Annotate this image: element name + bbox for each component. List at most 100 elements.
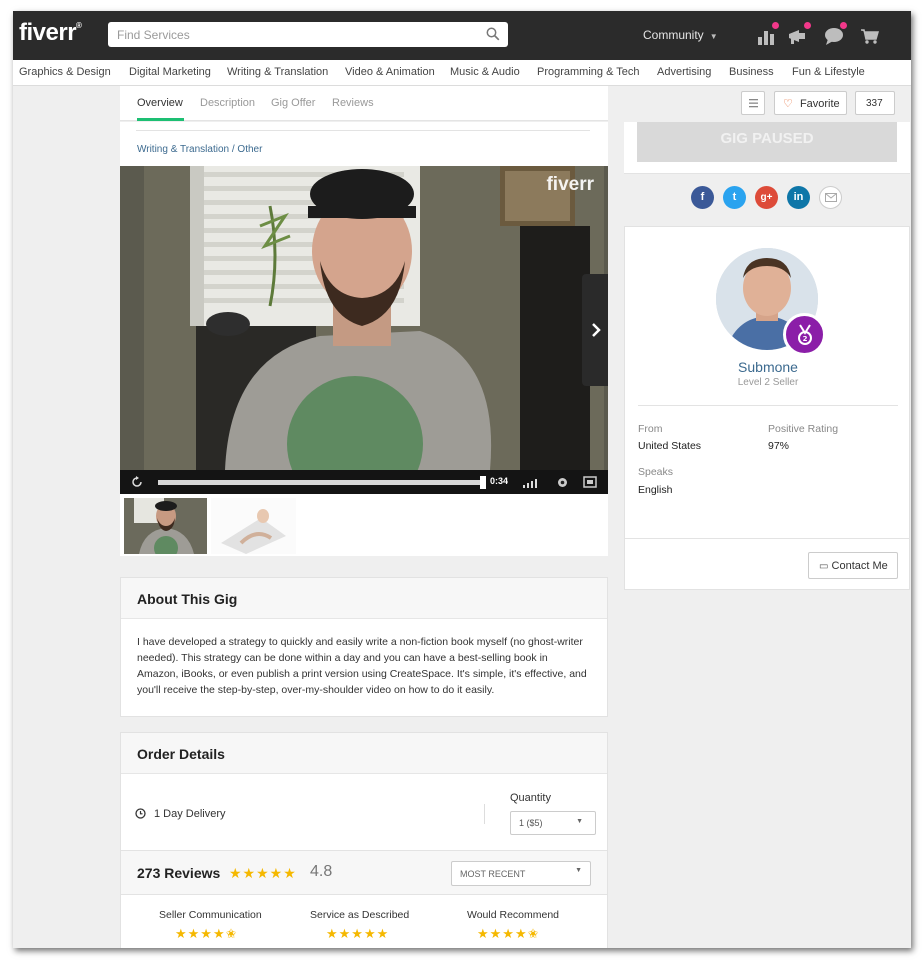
sort-select[interactable]: MOST RECENT ▼	[451, 861, 591, 886]
favorite-button[interactable]: ♡ Favorite	[774, 91, 847, 115]
chevron-down-icon: ▼	[576, 818, 583, 825]
chevron-down-icon: ▼	[575, 867, 582, 874]
divider	[484, 804, 485, 824]
social-share: f t g+ in	[624, 186, 910, 216]
divider	[625, 538, 909, 539]
contact-label: Contact Me	[831, 560, 888, 572]
quantity-value: 1 ($5)	[519, 818, 543, 828]
thumbnail-video[interactable]	[124, 498, 207, 554]
favorite-label: Favorite	[799, 98, 840, 110]
media-thumbnails	[120, 494, 608, 556]
category-business[interactable]: Business	[729, 66, 774, 78]
list-menu-button[interactable]	[741, 91, 765, 115]
review-category-label: Service as Described	[310, 909, 410, 921]
review-category-stars: ★★★★★	[326, 926, 390, 941]
facebook-icon[interactable]: f	[691, 186, 714, 209]
seller-name[interactable]: Submone	[625, 359, 911, 375]
search-box	[108, 22, 508, 47]
rating-stars: ★★★★★	[229, 865, 297, 881]
top-header: fiverr® Community▼	[13, 11, 911, 60]
about-gig-card: About This Gig I have developed a strate…	[120, 577, 608, 717]
category-video-animation[interactable]: Video & Animation	[345, 66, 435, 78]
video-progress-bar[interactable]	[158, 476, 486, 489]
gig-video-player[interactable]: fiverr 0:34	[120, 166, 608, 494]
review-category-stars: ★★★★✬	[477, 926, 540, 941]
gig-tabs: Overview Description Gig Offer Reviews	[120, 86, 608, 121]
rating-value: 97%	[768, 440, 790, 452]
cart-icon[interactable]	[859, 25, 881, 47]
reviews-header: 273 Reviews ★★★★★ 4.8 MOST RECENT ▼	[121, 851, 607, 895]
linkedin-icon[interactable]: in	[787, 186, 810, 209]
category-graphics-design[interactable]: Graphics & Design	[19, 66, 111, 78]
about-gig-text: I have developed a strategy to quickly a…	[137, 636, 587, 696]
tab-description[interactable]: Description	[200, 97, 255, 109]
contact-me-button[interactable]: ▭ Contact Me	[808, 552, 898, 579]
quantity-select[interactable]: 1 ($5) ▼	[510, 811, 596, 835]
rating-label: Positive Rating	[768, 423, 839, 435]
browser-frame: fiverr® Community▼ Graphics & Design Dig…	[13, 11, 911, 948]
clock-icon	[135, 808, 146, 819]
video-time: 0:34	[490, 476, 509, 486]
google-plus-icon[interactable]: g+	[755, 186, 778, 209]
notification-dot	[772, 22, 779, 29]
about-gig-title: About This Gig	[121, 578, 607, 619]
seller-level: Level 2 Seller	[737, 377, 799, 388]
tab-gig-offer[interactable]: Gig Offer	[271, 97, 315, 109]
category-writing-translation[interactable]: Writing & Translation	[227, 66, 328, 78]
category-programming-tech[interactable]: Programming & Tech	[537, 66, 640, 78]
order-details-title: Order Details	[121, 733, 607, 774]
order-details-card: Order Details 1 Day Delivery Quantity 1 …	[120, 732, 608, 948]
tab-overview[interactable]: Overview	[137, 97, 183, 109]
svg-text:2: 2	[802, 335, 807, 343]
stats-icon[interactable]	[755, 22, 779, 47]
fullscreen-icon[interactable]	[583, 476, 597, 488]
sort-value: MOST RECENT	[460, 869, 526, 879]
level-badge-icon: 2	[783, 313, 826, 356]
from-label: From	[638, 423, 663, 435]
breadcrumb[interactable]: Writing & Translation / Other	[137, 144, 262, 155]
progress-handle[interactable]	[480, 476, 486, 489]
gig-media: Writing & Translation / Other fiverr 0:3…	[120, 122, 608, 556]
notification-dot	[804, 22, 811, 29]
twitter-icon[interactable]: t	[723, 186, 746, 209]
menu-icon	[749, 99, 758, 108]
review-category-label: Seller Communication	[159, 909, 262, 921]
video-watermark: fiverr	[546, 174, 594, 195]
chat-bubble-icon: ▭	[819, 561, 829, 572]
megaphone-icon[interactable]	[787, 22, 811, 47]
chevron-down-icon: ▼	[709, 32, 718, 41]
delivery-time: 1 Day Delivery	[154, 808, 226, 820]
email-icon[interactable]	[819, 186, 842, 209]
active-tab-indicator	[137, 118, 184, 121]
next-slide-button[interactable]	[582, 274, 608, 386]
settings-gear-icon[interactable]	[556, 476, 569, 489]
favorite-count: 337	[855, 91, 895, 115]
video-controls: 0:34	[120, 470, 608, 494]
reviews-count: 273 Reviews	[137, 865, 221, 881]
community-menu[interactable]: Community ▼	[643, 28, 718, 42]
order-options: 1 Day Delivery Quantity 1 ($5) ▼	[121, 774, 607, 851]
fiverr-logo[interactable]: fiverr®	[19, 19, 82, 47]
review-breakdown: Seller Communication ★★★★✬ Service as De…	[121, 895, 607, 948]
seller-card: 2 Submone Level 2 Seller From United Sta…	[624, 226, 910, 590]
divider	[136, 130, 590, 131]
volume-icon[interactable]	[522, 477, 540, 488]
gig-status-panel: GIG PAUSED	[624, 122, 910, 174]
category-nav: Graphics & Design Digital Marketing Writ…	[13, 60, 911, 86]
gig-paused-banner: GIG PAUSED	[637, 122, 897, 162]
speaks-label: Speaks	[638, 466, 674, 478]
thumbnail-image[interactable]	[211, 498, 296, 554]
from-value: United States	[638, 440, 702, 452]
tab-reviews[interactable]: Reviews	[332, 97, 374, 109]
replay-icon[interactable]	[130, 475, 144, 489]
chat-icon[interactable]	[823, 22, 847, 47]
category-music-audio[interactable]: Music & Audio	[450, 66, 520, 78]
review-category-stars: ★★★★✬	[175, 926, 238, 941]
category-fun-lifestyle[interactable]: Fun & Lifestyle	[792, 66, 865, 78]
search-input[interactable]	[108, 22, 468, 47]
search-icon[interactable]	[486, 27, 500, 41]
category-advertising[interactable]: Advertising	[657, 66, 711, 78]
rating-value: 4.8	[310, 863, 333, 880]
category-digital-marketing[interactable]: Digital Marketing	[129, 66, 211, 78]
review-category-label: Would Recommend	[467, 909, 560, 921]
